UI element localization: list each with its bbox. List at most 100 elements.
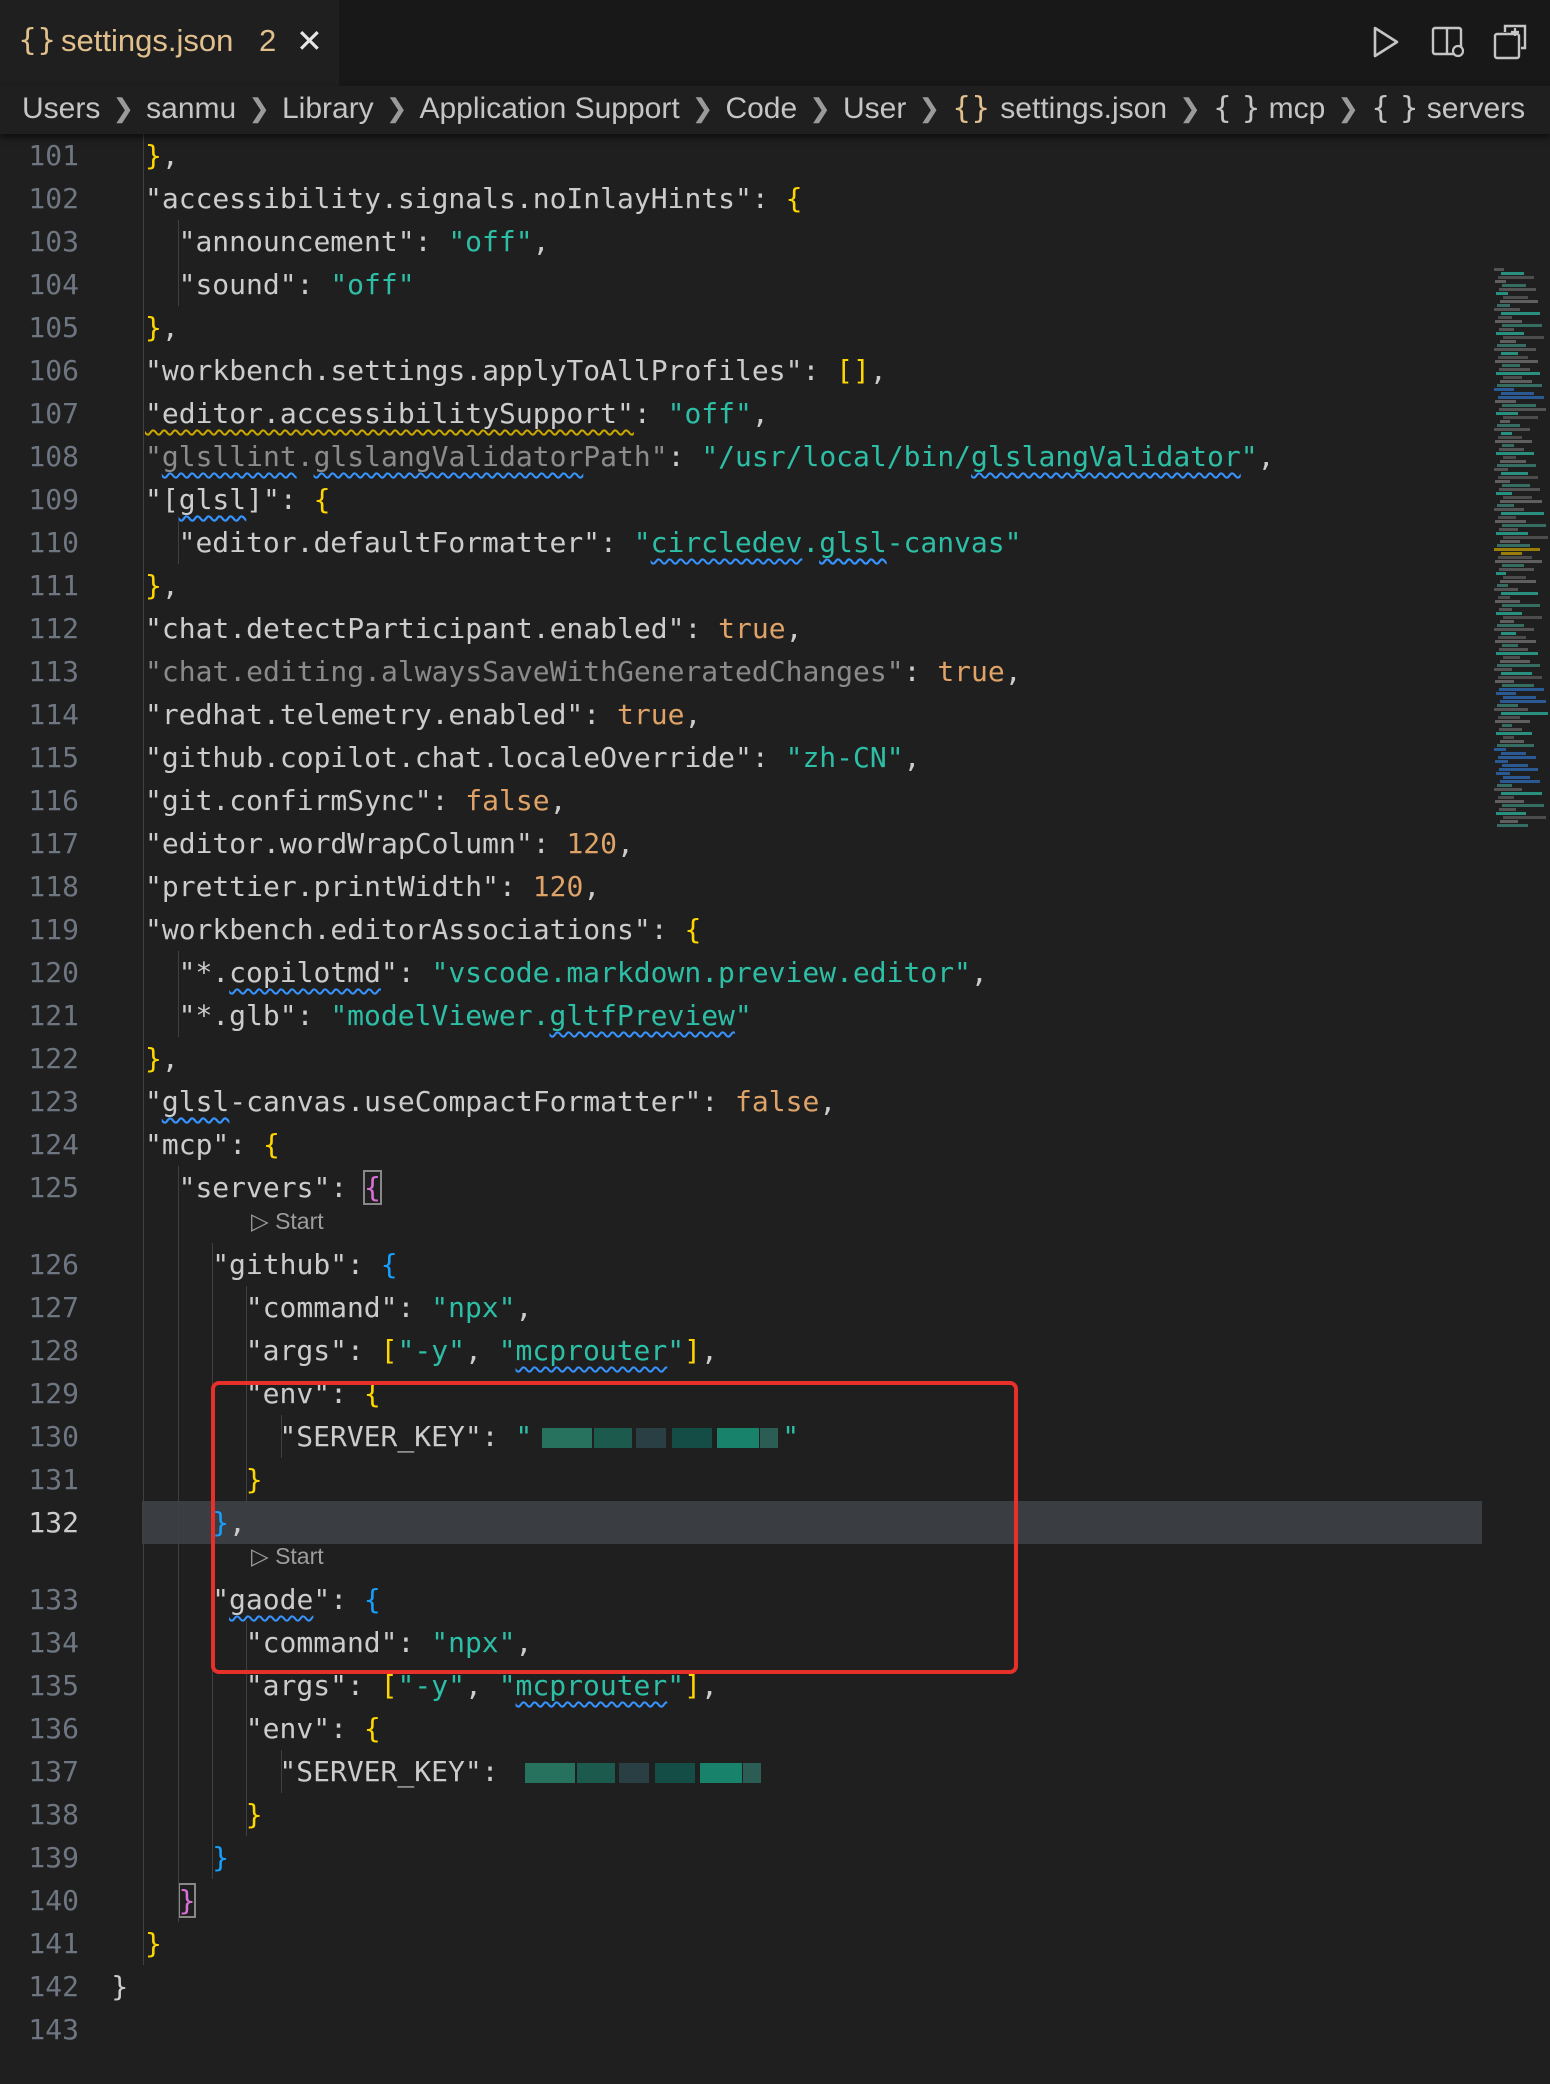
code-line[interactable]: 113 "chat.editing.alwaysSaveWithGenerated… [0,650,1482,693]
minimap-line [1496,812,1526,815]
code-line[interactable]: 140} [0,1879,1482,1922]
minimap-line [1496,292,1508,295]
minimap-line [1502,364,1520,367]
breadcrumb-item[interactable]: User [843,92,906,126]
code-line[interactable]: 109 "[glsl]": { [0,478,1482,521]
breadcrumb-item[interactable]: sanmu [146,92,236,126]
breadcrumb-symbol[interactable]: mcp [1269,92,1326,126]
code-line[interactable]: 111}, [0,564,1482,607]
minimap-line [1495,280,1506,283]
start-codelens[interactable]: ▷ Start [251,1205,324,1237]
code-line[interactable]: 127 "command": "npx", [0,1286,1482,1329]
breadcrumb-item[interactable]: Library [282,92,374,126]
code-line[interactable]: 124 "mcp": { [0,1123,1482,1166]
code-text: "editor.wordWrapColumn": 120, [145,827,634,860]
code-line[interactable]: 112 "chat.detectParticipant.enabled": tru… [0,607,1482,650]
line-number: 112 [28,612,79,645]
code-text: "prettier.printWidth": 120, [145,870,601,903]
code-line[interactable]: 128 "args": ["-y", "mcprouter"], [0,1329,1482,1372]
line-number: 124 [28,1128,79,1161]
minimap-line [1498,516,1516,519]
code-line[interactable]: 103 "announcement": "off", [0,220,1482,263]
code-line[interactable]: 139} [0,1836,1482,1879]
code-line[interactable]: 110 "editor.defaultFormatter": "circledev… [0,521,1482,564]
code-line[interactable]: 106 "workbench.settings.applyToAllProfile… [0,349,1482,392]
line-number: 105 [28,311,79,344]
code-text: } [111,1970,129,2003]
minimap-line [1497,824,1528,827]
tab-settings-json[interactable]: {} settings.json 2 ✕ [0,0,339,86]
code-line[interactable]: 126 "github": { [0,1243,1482,1286]
minimap-line [1495,680,1514,683]
line-number: 139 [28,1841,79,1874]
close-icon[interactable]: ✕ [296,22,323,60]
code-line[interactable]: 102 "accessibility.signals.noInlayHints":… [0,177,1482,220]
open-changes-icon[interactable] [1489,22,1529,62]
line-number: 119 [28,913,79,946]
indent-guide [178,521,179,564]
annotation-highlight-box [211,1381,1018,1674]
code-line[interactable]: 108 "glsllint.glslangValidatorPath": "/us… [0,435,1482,478]
minimap-line [1497,504,1514,507]
code-line[interactable]: 143 [0,2008,1482,2051]
code-text: "chat.editing.alwaysSaveWithGeneratedCha… [145,655,1022,688]
line-number: 141 [28,1927,79,1960]
code-line[interactable]: 123 "glsl-canvas.useCompactFormatter": fa… [0,1080,1482,1123]
code-editor[interactable]: 101}, 102 "accessibility.signals.noInlayHi… [0,134,1550,2084]
minimap-line [1498,716,1520,719]
code-line[interactable]: 125 "servers": { [0,1166,1482,1209]
minimap-line [1497,704,1518,707]
minimap-line [1500,660,1530,663]
code-text: "glsl-canvas.useCompactFormatter": false… [145,1085,837,1118]
run-icon[interactable] [1365,22,1405,62]
split-editor-icon[interactable] [1428,22,1468,62]
code-line[interactable]: 104 "sound": "off" [0,263,1482,306]
breadcrumb-item[interactable]: Application Support [419,92,679,126]
code-line[interactable]: 137 "SERVER_KEY": [0,1750,1482,1793]
chevron-right-icon: ❯ [809,93,831,123]
code-line[interactable]: 116 "git.confirmSync": false, [0,779,1482,822]
minimap-line [1497,784,1512,787]
minimap-line [1503,576,1526,579]
code-line[interactable]: 117 "editor.wordWrapColumn": 120, [0,822,1482,865]
minimap-line [1503,816,1546,819]
code-line[interactable]: 121 "*.glb": "modelViewer.gltfPreview" [0,994,1482,1037]
breadcrumb-item[interactable]: Code [725,92,797,126]
line-number: 140 [28,1884,79,1917]
indent-guide [281,1750,282,1793]
line-number: 109 [28,483,79,516]
code-line[interactable]: 120 "*.copilotmd": "vscode.markdown.previ… [0,951,1482,994]
line-number: 120 [28,956,79,989]
code-line[interactable]: 142} [0,1965,1482,2008]
minimap-line [1503,656,1520,659]
minimap-line [1498,556,1532,559]
code-line[interactable]: 141} [0,1922,1482,1965]
breadcrumb-symbol[interactable]: servers [1427,92,1525,126]
breadcrumb-file[interactable]: settings.json [1000,92,1167,126]
breadcrumb-item[interactable]: Users [22,92,100,126]
minimap[interactable] [1490,268,1550,868]
code-text: "*.copilotmd": "vscode.markdown.preview.… [178,956,988,989]
minimap-line [1496,492,1512,495]
minimap-line [1501,552,1522,555]
code-line[interactable]: 114 "redhat.telemetry.enabled": true, [0,693,1482,736]
code-line[interactable]: 118 "prettier.printWidth": 120, [0,865,1482,908]
line-number: 137 [28,1755,79,1788]
tab-bar: {} settings.json 2 ✕ [0,0,1550,86]
minimap-line [1502,564,1524,567]
code-line[interactable]: 101}, [0,134,1482,177]
minimap-line [1494,428,1530,431]
code-text: }, [145,139,179,172]
minimap-line [1496,772,1510,775]
code-line[interactable]: 136 "env": { [0,1707,1482,1750]
minimap-line [1503,416,1538,419]
minimap-line [1499,408,1546,411]
minimap-line [1494,668,1512,671]
code-line[interactable]: 119 "workbench.editorAssociations": { [0,908,1482,951]
minimap-line [1498,316,1512,319]
code-line[interactable]: 105}, [0,306,1482,349]
code-line[interactable]: 107 "editor.accessibilitySupport": "off", [0,392,1482,435]
code-line[interactable]: 138} [0,1793,1482,1836]
code-line[interactable]: 122}, [0,1037,1482,1080]
code-line[interactable]: 115 "github.copilot.chat.localeOverride":… [0,736,1482,779]
